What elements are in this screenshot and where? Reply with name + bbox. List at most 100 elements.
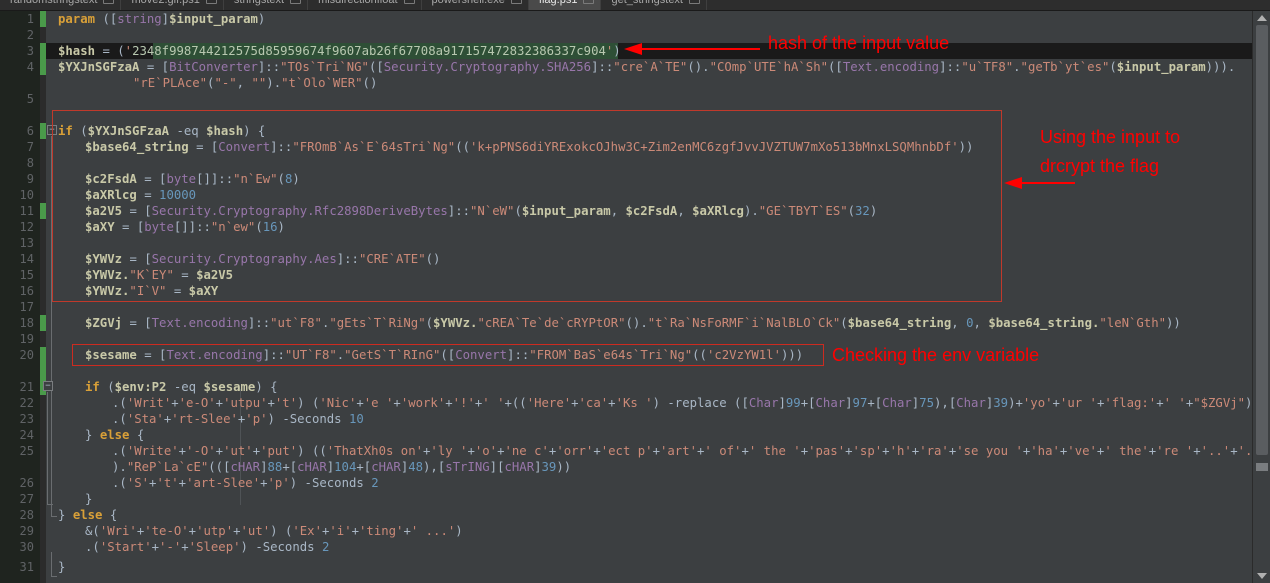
scroll-down-arrow-icon[interactable] (1257, 573, 1267, 579)
code-line-26[interactable]: .('S'+'t'+'art-Slee'+'p') -Seconds 2 (112, 475, 379, 491)
code-line-30[interactable]: .('Start'+'-'+'Sleep') -Seconds 2 (85, 539, 329, 555)
line-number: 25 (19, 444, 34, 458)
line-number: 26 (19, 476, 34, 490)
code-line-4-wrap[interactable]: "rE`PLAce"("-", "")."t`Olo`WER"() (133, 75, 377, 91)
key-size-value: 32 (855, 204, 870, 218)
change-marker (40, 123, 46, 139)
code-line-6[interactable]: if ($YXJnSGFzaA -eq $hash) { (58, 123, 265, 139)
code-line-1[interactable]: param ([string]$input_param) (58, 11, 265, 27)
line-number: 19 (19, 332, 34, 346)
code-line-31[interactable]: } (58, 559, 65, 575)
line-number: 22 (19, 396, 34, 410)
close-box-icon[interactable] (103, 0, 115, 4)
code-line-15[interactable]: $YWVz."K`EY" = $a2V5 (85, 267, 233, 283)
fold-range-end-inner (47, 504, 53, 505)
line-number: 5 (26, 92, 34, 106)
line-number: 16 (19, 284, 34, 298)
code-line-24[interactable]: } else { (85, 427, 144, 443)
line-number: 2 (26, 28, 34, 42)
code-line-25-wrap[interactable]: )."ReP`La`cE"(([cHAR]88+[cHAR]104+[cHAR]… (112, 459, 571, 475)
code-line-14[interactable]: $YWVz = [Security.Cryptography.Aes]::"CR… (85, 251, 440, 267)
fold-range-end-else (51, 576, 57, 577)
line-number: 4 (26, 60, 34, 74)
line-number: 12 (19, 220, 34, 234)
tab-label: get_stringstext (611, 0, 683, 6)
code-line-22[interactable]: .('Writ'+'e-O'+'utpu'+'t') ('Nic'+'e '+'… (112, 395, 1252, 411)
close-box-icon[interactable] (510, 0, 522, 4)
vertical-scroll-thumb[interactable] (1256, 25, 1268, 455)
line-number: 24 (19, 428, 34, 442)
line-number: 30 (19, 540, 34, 554)
line-number: 23 (19, 412, 34, 426)
line-number: 15 (19, 268, 34, 282)
base64-payload: k+pPNS6diYRExokcOJhw3C+Zim2enMC6zgfJvvJV… (477, 140, 952, 154)
line-number: 20 (19, 348, 34, 362)
tab-powershellexe[interactable]: powershell.exe (421, 0, 529, 10)
line-number: 27 (19, 492, 34, 506)
line-number: 8 (26, 156, 34, 170)
code-line-7[interactable]: $base64_string = [Convert]::"FROmB`As`E`… (85, 139, 973, 155)
code-line-12[interactable]: $aXY = [byte[]]::"n`ew"(16) (85, 219, 285, 235)
change-marker (40, 43, 46, 75)
editor-tab-strip[interactable]: randomstringstext move2.gif.ps1 stringst… (0, 0, 1270, 11)
change-marker (40, 11, 46, 27)
close-box-icon[interactable] (205, 0, 217, 4)
code-line-25[interactable]: .('Write'+'-O'+'ut'+'put') (('ThatXh0s o… (112, 443, 1260, 459)
code-line-11[interactable]: $a2V5 = [Security.Cryptography.Rfc2898De… (85, 203, 877, 219)
code-line-23[interactable]: .('Sta'+'rt-Slee'+'p') -Seconds 10 (112, 411, 364, 427)
line-number: 11 (19, 204, 34, 218)
tab-misdirectionfloat[interactable]: misdirectionfloat (308, 0, 422, 10)
close-box-icon[interactable] (689, 0, 700, 4)
tab-label: move2.gif.ps1 (131, 0, 199, 6)
tab-randomstringstext[interactable]: randomstringstext (0, 0, 122, 10)
line-number: 14 (19, 252, 34, 266)
close-box-icon[interactable] (290, 0, 302, 4)
close-box-icon[interactable] (403, 0, 415, 4)
code-line-18[interactable]: $ZGVj = [Text.encoding]::"ut`F8"."gEts`T… (85, 315, 1181, 331)
code-line-20[interactable]: $sesame = [Text.encoding]::"UT`F8"."GetS… (85, 347, 803, 363)
line-number: 17 (19, 300, 34, 314)
code-line-10[interactable]: $aXRlcg = 10000 (85, 187, 196, 203)
code-line-9[interactable]: $c2FsdA = [byte[]]::"n`Ew"(8) (85, 171, 300, 187)
annotation-label-hash: hash of the input value (768, 33, 950, 53)
tab-label: powershell.exe (432, 0, 505, 6)
tab-stringstext[interactable]: stringstext (223, 0, 309, 10)
scroll-up-arrow-icon[interactable] (1257, 15, 1267, 21)
tab-move2gifps1[interactable]: move2.gif.ps1 (121, 0, 224, 10)
fold-collapse-icon-inner[interactable]: − (43, 381, 53, 391)
close-box-icon[interactable] (583, 0, 595, 4)
annotation-label-env: Checking the env variable (832, 345, 1040, 365)
line-number: 18 (19, 316, 34, 330)
line-number: 28 (19, 508, 34, 522)
fold-range-end (51, 516, 57, 517)
fold-range-line (51, 136, 52, 516)
line-number: 21 (19, 380, 34, 394)
code-line-21[interactable]: if ($env:P2 -eq $sesame) { (85, 379, 278, 395)
code-line-3[interactable]: $hash = ('2348f998744212575d85959674f960… (58, 43, 621, 59)
fold-range-line-inner (47, 392, 48, 504)
code-line-4[interactable]: $YXJnSGFzaA = [BitConverter]::"TOs`Tri`N… (58, 59, 1235, 75)
sleep-success-value: 10 (348, 412, 364, 426)
line-number: 31 (19, 560, 34, 574)
code-line-27[interactable]: } (85, 491, 92, 507)
code-line-29[interactable]: &('Wri'+'te-O'+'utp'+'ut') ('Ex'+'i'+'ti… (85, 523, 463, 539)
fold-collapse-icon[interactable]: − (47, 125, 57, 135)
tab-label: flag.ps1 (539, 0, 578, 6)
tab-label: randomstringstext (10, 0, 97, 6)
code-editor[interactable]: − − 1 2 3 4 5 6 7 8 9 10 11 12 13 14 15 … (0, 11, 1270, 583)
line-number: 13 (19, 236, 34, 250)
vertical-scrollbar[interactable] (1252, 11, 1270, 583)
code-line-16[interactable]: $YWVz."I`V" = $aXY (85, 283, 218, 299)
sleep-exit-value: 2 (321, 540, 330, 554)
selected-hash-value: 2348f998744212575d85959674f9607ab26f6770… (132, 44, 606, 58)
line-number: 29 (19, 524, 34, 538)
code-line-28[interactable]: } else { (58, 507, 117, 523)
sleep-fail-value: 2 (371, 476, 379, 490)
scrollbar-marker[interactable] (1256, 463, 1268, 471)
tab-getstringstext[interactable]: get_stringstext (601, 0, 707, 10)
iv-size-value: 16 (262, 220, 278, 234)
tab-label: misdirectionfloat (318, 0, 397, 6)
line-number: 10 (19, 188, 34, 202)
tab-flagps1[interactable]: flag.ps1 (528, 0, 602, 10)
tab-label: stringstext (234, 0, 284, 6)
